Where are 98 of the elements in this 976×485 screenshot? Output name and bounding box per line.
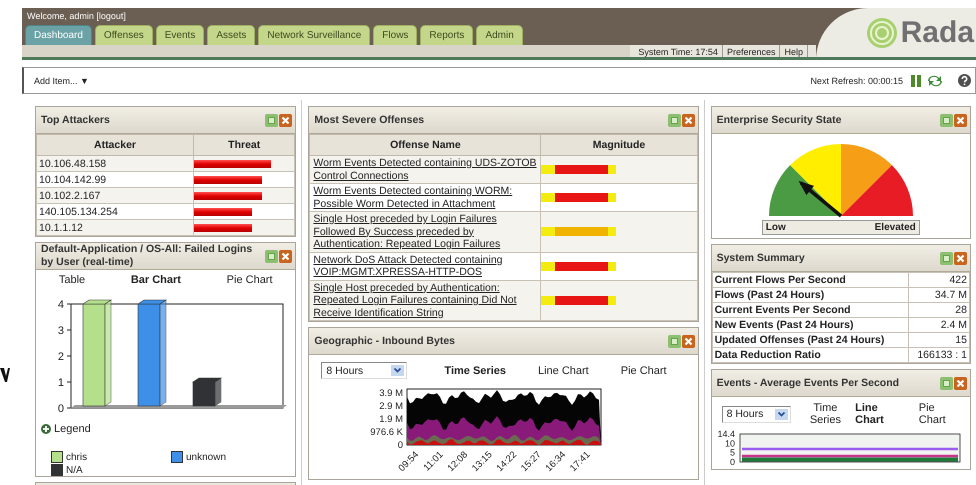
panel-title: Default-Application / OS-All: Failed Logins by User (real-time): [41, 243, 254, 269]
column-header: Threat: [194, 134, 295, 156]
system-time: System Time: 17:54: [634, 45, 723, 57]
axis-label: 4: [58, 299, 64, 311]
nav-tab[interactable]: Admin: [476, 25, 523, 45]
restore-icon[interactable]: [940, 252, 953, 264]
axis-label: 0: [730, 457, 735, 466]
dropdown-arrow-icon[interactable]: [774, 408, 788, 420]
view-link[interactable]: Table: [58, 274, 86, 286]
axis-label: 3.9 M: [380, 388, 404, 399]
table-cell: 15: [908, 332, 970, 348]
table-cell: Updated Offenses (Past 24 Hours): [712, 332, 908, 348]
view-link[interactable]: Pie Chart: [918, 402, 964, 426]
chevron-icon: [0, 368, 10, 382]
panel-title: Geographic - Inbound Bytes: [314, 334, 456, 348]
pause-icon[interactable]: [911, 74, 922, 86]
close-icon[interactable]: [954, 252, 967, 264]
column-header: Attacker: [36, 134, 194, 156]
table-cell: 10.106.48.158: [36, 156, 194, 172]
nav-tab[interactable]: Events: [156, 25, 204, 45]
scale-label: Low: [766, 222, 786, 233]
view-link[interactable]: Line Chart: [538, 364, 589, 376]
nav-tab[interactable]: Offenses: [94, 25, 153, 45]
dropdown-arrow-icon[interactable]: [391, 365, 404, 376]
axis-label: 2.9 M: [380, 401, 404, 412]
axis-label: 0: [58, 403, 64, 415]
axis-label: 2: [58, 351, 64, 363]
table-cell: 10.102.2.167: [36, 188, 194, 204]
table-cell: New Events (Past 24 Hours): [712, 318, 908, 332]
axis-label: 3: [58, 325, 64, 337]
restore-icon[interactable]: [668, 114, 681, 126]
panel-title: System Summary: [716, 252, 805, 264]
table-cell: Flows (Past 24 Hours): [712, 288, 908, 302]
nav-tab[interactable]: Flows: [373, 25, 418, 45]
chart-bar: [192, 377, 222, 407]
axis-label: 1: [58, 377, 64, 389]
legend-text: N/A: [66, 464, 83, 476]
view-link[interactable]: Bar Chart: [130, 274, 181, 286]
axis-label: 5: [730, 448, 735, 458]
view-link[interactable]: Time Series: [444, 364, 506, 376]
panel-title: Top Attackers: [41, 114, 110, 126]
header-link[interactable]: Preferences: [722, 45, 780, 57]
restore-icon[interactable]: [940, 114, 953, 126]
view-link[interactable]: Pie Chart: [620, 364, 667, 376]
range-dropdown[interactable]: 8 Hours: [321, 362, 408, 379]
panel-title: Enterprise Security State: [716, 114, 842, 126]
table-cell: 10.104.142.99: [36, 172, 194, 188]
table-cell: 140.105.134.254: [36, 204, 194, 220]
axis-label: 0: [398, 440, 404, 451]
table-cell: 34.7 M: [908, 288, 970, 302]
swirl-icon: [864, 16, 899, 50]
range-dropdown[interactable]: 8 Hours: [722, 406, 791, 422]
table-cell: 2.4 M: [908, 318, 970, 332]
legend-label[interactable]: Legend: [54, 423, 91, 435]
column-header: Offense Name: [310, 134, 541, 156]
restore-icon[interactable]: [940, 376, 953, 390]
close-icon[interactable]: [682, 334, 695, 348]
nav-tab[interactable]: Assets: [207, 25, 256, 45]
legend-text: chris: [66, 452, 88, 462]
view-link[interactable]: Time Series: [806, 402, 846, 426]
expand-icon[interactable]: [41, 424, 51, 434]
close-icon[interactable]: [682, 114, 695, 126]
gauge-needle: [798, 180, 842, 218]
axis-label: 10: [724, 438, 735, 448]
close-icon[interactable]: [279, 250, 292, 262]
legend-toggle[interactable]: Legend: [36, 423, 296, 435]
table-cell: 28: [908, 302, 970, 318]
restore-icon[interactable]: [668, 334, 681, 348]
axis-label: 1.9 M: [380, 414, 404, 425]
panel-title: Most Severe Offenses: [314, 114, 424, 126]
next-refresh-text: Next Refresh: 00:00:15: [810, 76, 903, 86]
panel-title: Events - Average Events Per Second: [716, 376, 900, 390]
welcome-text: Welcome, admin [logout]: [26, 10, 127, 23]
table-cell: Current Flows Per Second: [712, 272, 908, 288]
axis-label: 976.6 K: [370, 427, 404, 438]
close-icon[interactable]: [954, 376, 967, 390]
close-icon[interactable]: [954, 114, 967, 126]
close-icon[interactable]: [279, 114, 292, 126]
table-cell: Current Events Per Second: [712, 302, 908, 318]
logo-text: Rada: [900, 16, 974, 50]
help-icon[interactable]: [958, 74, 971, 87]
table-cell: Data Reduction Ratio: [712, 348, 908, 362]
table-cell: 166133 : 1: [908, 348, 970, 362]
legend-text: unknown: [186, 452, 226, 462]
nav-tab[interactable]: Reports: [420, 25, 474, 45]
header-link[interactable]: Help: [780, 45, 808, 57]
restore-icon[interactable]: [265, 114, 278, 126]
view-link[interactable]: Line Chart: [855, 402, 909, 426]
add-item-menu[interactable]: Add Item... ▼: [34, 76, 89, 86]
table-cell: 10.1.1.12: [36, 220, 194, 236]
column-header: Magnitude: [540, 134, 698, 156]
axis-label: 14.4: [717, 430, 735, 439]
refresh-icon[interactable]: [927, 74, 943, 86]
view-link[interactable]: Pie Chart: [226, 274, 273, 286]
restore-icon[interactable]: [265, 250, 278, 262]
table-cell: 422: [908, 272, 970, 288]
nav-tab[interactable]: Network Surveillance: [258, 25, 370, 45]
scale-label: Elevated: [874, 222, 916, 233]
